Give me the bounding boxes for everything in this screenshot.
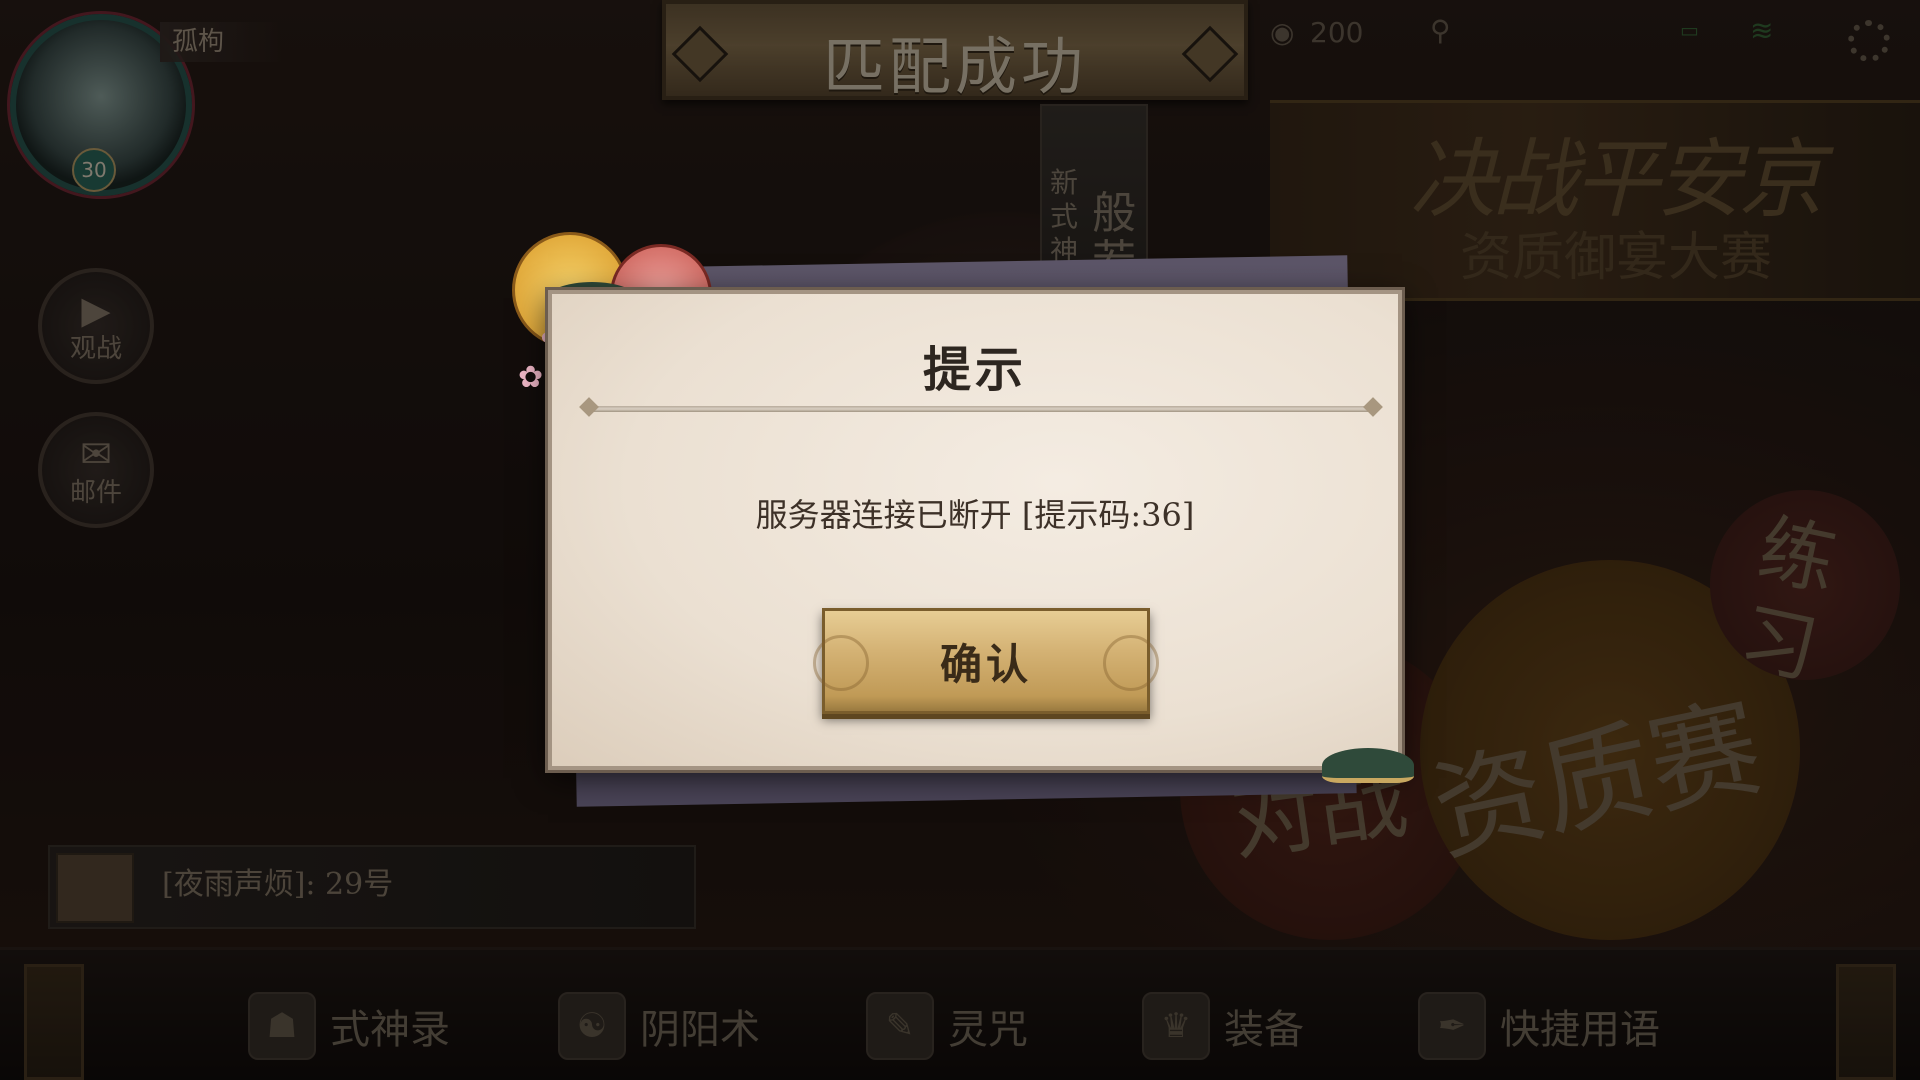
button-ornament bbox=[813, 635, 869, 691]
pine-ornament bbox=[1322, 748, 1414, 783]
blossom-decoration: ✿ bbox=[518, 360, 544, 395]
dialog-message: 服务器连接已断开 [提示码:36] bbox=[755, 496, 1195, 534]
confirm-button[interactable]: 确认 bbox=[813, 608, 1159, 714]
button-ornament bbox=[1103, 635, 1159, 691]
confirm-label: 确认 bbox=[939, 639, 1032, 689]
game-scene: 30 孤枸 匹配成功 ◉ 200 ⚲ ▭ ≋ ▶ 观战 ✉ 邮件 新式神 般若 … bbox=[0, 0, 1920, 1080]
dialog-title: 提示 bbox=[922, 342, 1027, 398]
alert-dialog: 提示 服务器连接已断开 [提示码:36] 确认 bbox=[548, 290, 1402, 770]
dialog-divider bbox=[586, 406, 1376, 412]
